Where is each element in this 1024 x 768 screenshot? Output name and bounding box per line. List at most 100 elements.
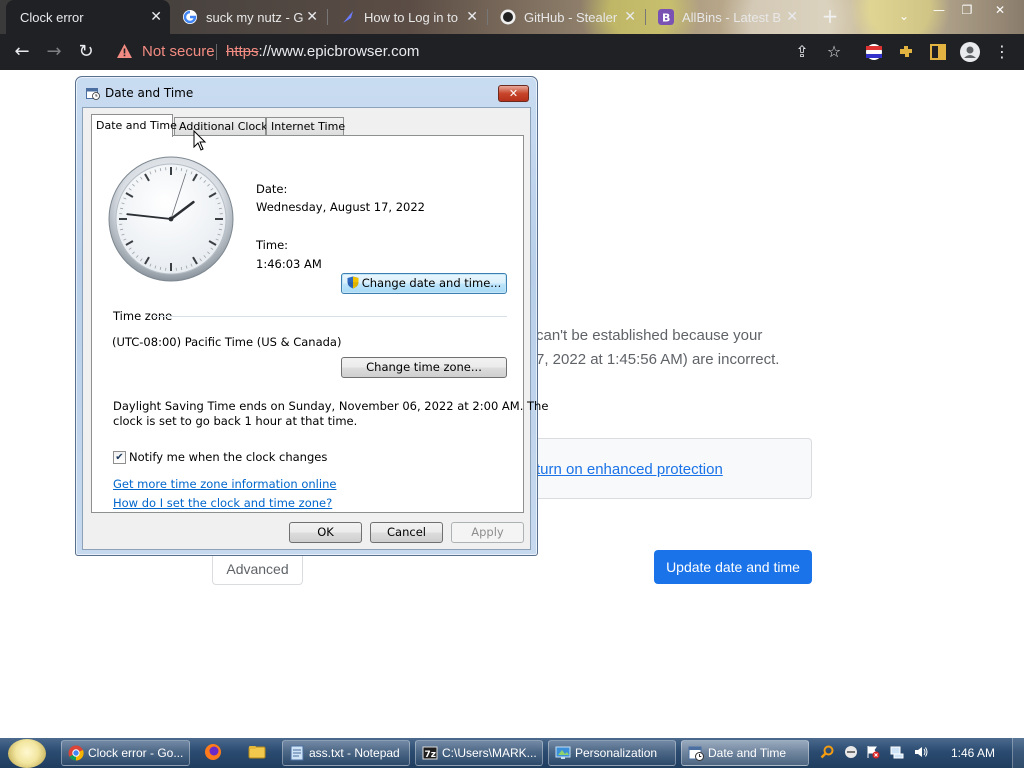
enhanced-protection-box: turn on enhanced protection — [520, 438, 812, 499]
personalization-icon — [555, 746, 571, 759]
svg-text:7z: 7z — [425, 750, 437, 760]
timezone-divider — [154, 316, 507, 317]
7zip-icon: 7z — [422, 746, 438, 760]
firefox-icon[interactable] — [204, 743, 222, 761]
close-icon[interactable]: ✕ — [150, 9, 162, 25]
address-bar[interactable]: Not secure https://www.epicbrowser.com — [108, 38, 820, 66]
error-explanation: can't be established because your 7, 202… — [536, 324, 796, 372]
tab-date-and-time[interactable]: Date and Time — [91, 114, 177, 137]
tab-how-to-login[interactable]: How to Log in to ✕ — [328, 0, 486, 34]
profile-avatar-icon[interactable] — [960, 42, 980, 62]
warning-icon — [117, 44, 132, 58]
tab-google[interactable]: suck my nutz - G ✕ — [170, 0, 326, 34]
tab-github[interactable]: GitHub - Stealer ✕ — [488, 0, 644, 34]
uac-shield-icon — [347, 276, 359, 289]
change-time-zone-button[interactable]: Change time zone... — [341, 357, 507, 378]
url-text[interactable]: https://www.epicbrowser.com — [226, 43, 419, 60]
url-scheme: https — [226, 43, 259, 60]
tab-title: How to Log in to — [364, 9, 458, 25]
tab-allbins[interactable]: B AllBins - Latest B ✕ — [646, 0, 806, 34]
close-window-icon[interactable]: ✕ — [986, 2, 1014, 18]
close-icon[interactable]: ✕ — [466, 9, 478, 25]
enhanced-protection-link[interactable]: turn on enhanced protection — [536, 461, 723, 478]
show-desktop-button[interactable] — [1012, 738, 1024, 768]
dst-info-line: Daylight Saving Time ends on Sunday, Nov… — [113, 399, 549, 413]
change-date-time-button[interactable]: Change date and time... — [341, 273, 507, 294]
taskbar-button-label: C:\Users\MARK... — [442, 746, 537, 760]
tab-title: suck my nutz - G — [206, 9, 304, 25]
bookmark-star-icon[interactable]: ☆ — [824, 42, 844, 62]
menu-kebab-icon[interactable]: ⋮ — [992, 42, 1012, 62]
taskbar-clock[interactable]: 1:46 AM — [950, 738, 996, 768]
reload-icon[interactable]: ↻ — [76, 42, 96, 62]
date-value: Wednesday, August 17, 2022 — [256, 200, 426, 214]
notify-checkbox[interactable]: ✔ — [113, 451, 126, 464]
taskbar-button-label: Date and Time — [708, 746, 787, 760]
share-icon[interactable]: ⇪ — [792, 42, 812, 62]
advanced-button[interactable]: Advanced — [212, 553, 303, 585]
update-date-time-button[interactable]: Update date and time — [654, 550, 812, 584]
start-button[interactable] — [8, 739, 46, 768]
ok-button[interactable]: OK — [289, 522, 362, 543]
datetime-icon — [688, 746, 704, 761]
tab-clock-error[interactable]: Clock error ✕ — [6, 0, 170, 34]
tab-additional-clocks[interactable]: Additional Clocks — [174, 117, 273, 136]
timezone-value: (UTC-08:00) Pacific Time (US & Canada) — [112, 335, 342, 349]
taskbar-button-label: Clock error - Go... — [88, 746, 184, 760]
google-icon — [183, 10, 197, 24]
time-value: 1:46:03 AM — [256, 257, 322, 271]
restore-icon[interactable]: ❐ — [953, 2, 981, 18]
explorer-folder-icon[interactable] — [248, 743, 266, 761]
forward-icon[interactable]: → — [44, 42, 64, 62]
taskbar-button-chrome[interactable]: Clock error - Go... — [61, 740, 190, 766]
notify-label[interactable]: Notify me when the clock changes — [129, 450, 327, 464]
change-date-time-label: Change date and time... — [361, 276, 502, 290]
browser-toolbar: ← → ↻ Not secure https://www.epicbrowser… — [0, 34, 1024, 70]
taskbar-button-personalization[interactable]: Personalization — [548, 740, 676, 766]
apply-button[interactable]: Apply — [451, 522, 524, 543]
side-panel-icon[interactable] — [928, 42, 948, 62]
help-clock-link[interactable]: How do I set the clock and time zone? — [113, 496, 332, 510]
taskbar-button-label: Personalization — [575, 746, 658, 760]
bootstrap-icon: B — [658, 9, 674, 25]
time-label: Time: — [256, 238, 289, 252]
taskbar-button-7zip[interactable]: 7z C:\Users\MARK... — [415, 740, 543, 766]
search-icon[interactable] — [820, 745, 834, 759]
date-time-dialog: Date and Time ✕ Date and Time Additional… — [75, 76, 548, 556]
back-icon[interactable]: ← — [12, 42, 32, 62]
tab-title: Clock error — [20, 9, 84, 25]
chrome-icon — [68, 745, 84, 761]
notepad-icon — [290, 745, 304, 761]
tab-internet-time[interactable]: Internet Time — [266, 117, 345, 136]
dst-info-line: clock is set to go back 1 hour at that t… — [113, 414, 358, 428]
volume-icon[interactable] — [914, 745, 928, 759]
close-icon[interactable]: ✕ — [786, 9, 798, 25]
dialog-title: Date and Time — [105, 86, 194, 100]
timezone-info-link[interactable]: Get more time zone information online — [113, 477, 336, 491]
github-icon — [500, 9, 516, 25]
action-center-flag-icon[interactable] — [866, 745, 880, 759]
feather-icon — [343, 11, 353, 23]
cancel-button[interactable]: Cancel — [370, 522, 443, 543]
tray-status-icon[interactable] — [844, 745, 858, 759]
url-host: ://www.epicbrowser.com — [258, 43, 420, 60]
tab-panel: Date: Wednesday, August 17, 2022 Time: 1… — [91, 135, 548, 513]
tab-search-icon[interactable]: ⌄ — [890, 8, 918, 24]
tab-title: AllBins - Latest B — [682, 9, 781, 25]
taskbar-button-date-time[interactable]: Date and Time — [681, 740, 809, 766]
datetime-icon — [86, 88, 100, 100]
security-status[interactable]: Not secure — [142, 43, 215, 60]
new-tab-button[interactable]: + — [818, 5, 842, 29]
taskbar: Clock error - Go... ass.txt - Notepad 7z… — [0, 738, 1024, 768]
minimize-icon[interactable]: — — [925, 2, 953, 18]
network-icon[interactable] — [890, 745, 904, 759]
mouse-cursor-icon — [193, 130, 207, 151]
close-icon[interactable]: ✕ — [624, 9, 636, 25]
dialog-close-button[interactable]: ✕ — [498, 85, 529, 102]
explanation-line: can't be established because your — [536, 327, 763, 344]
close-icon[interactable]: ✕ — [306, 9, 318, 25]
extensions-icon[interactable] — [896, 42, 916, 62]
taskbar-button-label: ass.txt - Notepad — [309, 746, 400, 760]
taskbar-button-notepad[interactable]: ass.txt - Notepad — [282, 740, 410, 766]
extension-flag-icon[interactable] — [864, 42, 884, 62]
